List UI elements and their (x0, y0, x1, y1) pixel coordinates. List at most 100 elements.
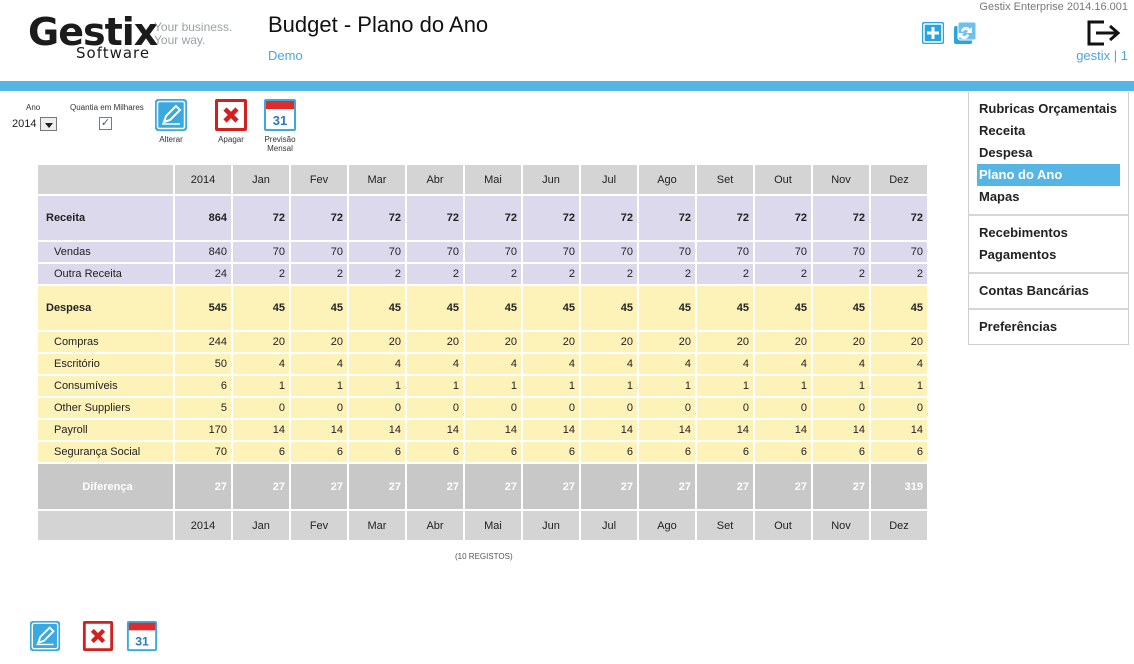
calendar-icon[interactable]: 31 (263, 98, 297, 132)
sidebar-item-contas-bancarias[interactable]: Contas Bancárias (969, 280, 1120, 302)
value-cell: 20 (813, 332, 871, 354)
table-row[interactable]: Other Suppliers 5 0 0 0 0 0 0 0 0 0 0 0 0 (38, 398, 929, 420)
value-cell: 0 (581, 398, 639, 420)
value-cell: 319 (871, 464, 929, 511)
value-cell: 45 (871, 286, 929, 332)
logout-icon[interactable] (1086, 20, 1122, 46)
sidebar-item-preferencias[interactable]: Preferências (969, 316, 1120, 338)
value-cell: 27 (175, 464, 233, 511)
row-label: Payroll (38, 420, 175, 442)
column-header: Nov (813, 511, 871, 542)
value-cell: 45 (813, 286, 871, 332)
value-cell: 27 (407, 464, 465, 511)
value-cell: 45 (465, 286, 523, 332)
value-cell: 6 (175, 376, 233, 398)
value-cell: 1 (871, 376, 929, 398)
sidebar-item-despesa[interactable]: Despesa (969, 142, 1120, 164)
column-header: Ago (639, 165, 697, 196)
sidebar-item-pagamentos[interactable]: Pagamentos (969, 244, 1120, 266)
value-cell: 4 (465, 354, 523, 376)
delete-button[interactable] (214, 98, 248, 132)
value-cell: 70 (465, 242, 523, 264)
value-cell: 27 (755, 464, 813, 511)
value-cell: 45 (755, 286, 813, 332)
table-row[interactable]: Escritório 50 4 4 4 4 4 4 4 4 4 4 4 4 (38, 354, 929, 376)
table-row[interactable]: Payroll 170 14 14 14 14 14 14 14 14 14 14 14 14 (38, 420, 929, 442)
company-link[interactable]: Demo (268, 48, 303, 63)
sidebar-item-recebimentos[interactable]: Recebimentos (969, 222, 1120, 244)
refresh-icon[interactable] (953, 21, 977, 45)
thousands-checkbox[interactable]: ✓ (99, 117, 112, 130)
column-header: 2014 (175, 165, 233, 196)
value-cell: 14 (697, 420, 755, 442)
value-cell: 0 (639, 398, 697, 420)
value-cell: 244 (175, 332, 233, 354)
value-cell: 72 (465, 196, 523, 242)
value-cell: 0 (291, 398, 349, 420)
sidebar-group: Rubricas Orçamentais Receita Despesa Plano … (969, 92, 1128, 216)
value-cell: 0 (407, 398, 465, 420)
column-header: 2014 (175, 511, 233, 542)
value-cell: 6 (813, 442, 871, 464)
sidebar-item-rubricas-orcamentais[interactable]: Rubricas Orçamentais (969, 98, 1120, 120)
column-header: Jul (581, 511, 639, 542)
value-cell: 2 (871, 264, 929, 286)
delete-button-bottom[interactable] (82, 620, 114, 652)
value-cell: 1 (233, 376, 291, 398)
value-cell: 45 (291, 286, 349, 332)
table-row[interactable]: Consumíveis 6 1 1 1 1 1 1 1 1 1 1 1 1 (38, 376, 929, 398)
header-blank-cell (38, 165, 175, 196)
value-cell: 2 (813, 264, 871, 286)
value-cell: 72 (639, 196, 697, 242)
sidebar-item-receita[interactable]: Receita (969, 120, 1120, 142)
value-cell: 2 (291, 264, 349, 286)
sidebar-item-plano-do-ano[interactable]: Plano do Ano (977, 164, 1120, 186)
user-label[interactable]: gestix | 1 (1076, 48, 1128, 63)
value-cell: 4 (407, 354, 465, 376)
row-label: Vendas (38, 242, 175, 264)
value-cell: 70 (523, 242, 581, 264)
table-row[interactable]: Receita 864 72 72 72 72 72 72 72 72 72 72 72 72 (38, 196, 929, 242)
value-cell: 0 (697, 398, 755, 420)
value-cell: 1 (697, 376, 755, 398)
value-cell: 2 (581, 264, 639, 286)
sidebar-item-mapas[interactable]: Mapas (969, 186, 1120, 208)
value-cell: 45 (639, 286, 697, 332)
value-cell: 1 (581, 376, 639, 398)
value-cell: 45 (581, 286, 639, 332)
value-cell: 45 (349, 286, 407, 332)
edit-button-bottom[interactable] (29, 620, 61, 652)
table-row[interactable]: Outra Receita 24 2 2 2 2 2 2 2 2 2 2 2 2 (38, 264, 929, 286)
value-cell: 27 (291, 464, 349, 511)
value-cell: 72 (233, 196, 291, 242)
value-cell: 2 (407, 264, 465, 286)
value-cell: 20 (581, 332, 639, 354)
value-cell: 6 (697, 442, 755, 464)
edit-button[interactable] (154, 98, 188, 132)
value-cell: 1 (813, 376, 871, 398)
year-select[interactable]: 2014 (12, 116, 58, 132)
value-cell: 0 (813, 398, 871, 420)
value-cell: 2 (755, 264, 813, 286)
value-cell: 0 (349, 398, 407, 420)
gestix-logo: Gestix Software Your business. Your way. (28, 12, 258, 68)
column-header: Dez (871, 165, 929, 196)
value-cell: 72 (697, 196, 755, 242)
table-row[interactable]: Segurança Social 70 6 6 6 6 6 6 6 6 6 6 6 6 (38, 442, 929, 464)
table-row[interactable]: Vendas 840 70 70 70 70 70 70 70 70 70 70 70 70 (38, 242, 929, 264)
value-cell: 1 (407, 376, 465, 398)
plus-icon[interactable] (921, 21, 945, 45)
table-row[interactable]: Diferença 27 27 27 27 27 27 27 27 27 27 27 27 319 (38, 464, 929, 511)
calendar-icon-bottom[interactable]: 31 (126, 620, 158, 652)
value-cell: 27 (523, 464, 581, 511)
sidebar-group: Recebimentos Pagamentos (969, 216, 1128, 274)
value-cell: 27 (233, 464, 291, 511)
sidebar-menu: Rubricas Orçamentais Receita Despesa Plano … (968, 92, 1129, 345)
value-cell: 72 (755, 196, 813, 242)
chevron-down-icon[interactable] (40, 117, 57, 131)
value-cell: 4 (871, 354, 929, 376)
table-row[interactable]: Despesa 545 45 45 45 45 45 45 45 45 45 45 45 45 (38, 286, 929, 332)
value-cell: 72 (349, 196, 407, 242)
column-header: Jan (233, 511, 291, 542)
table-row[interactable]: Compras 244 20 20 20 20 20 20 20 20 20 20 20 20 (38, 332, 929, 354)
